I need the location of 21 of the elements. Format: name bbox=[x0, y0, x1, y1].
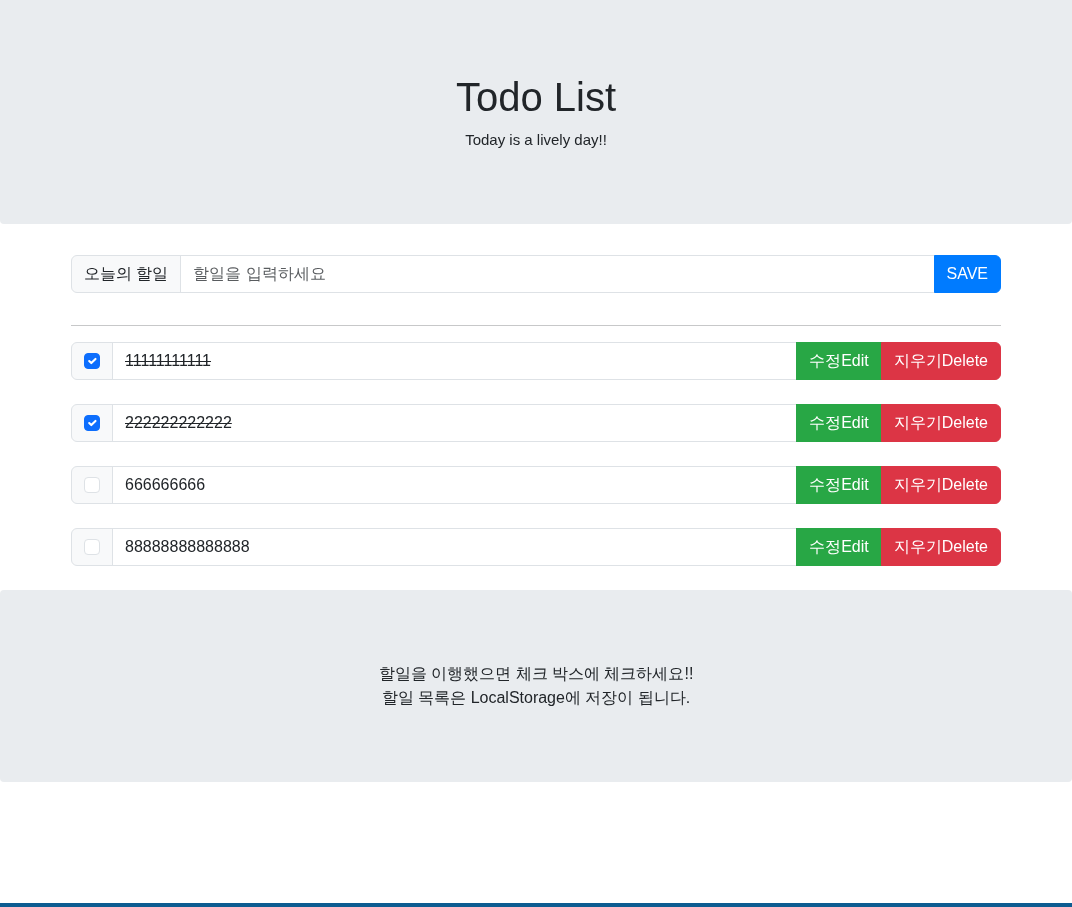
footer-text: 할일 목록은 LocalStorage에 저장이 됩니다. bbox=[381, 688, 691, 708]
edit-button[interactable]: 수정Edit bbox=[796, 528, 882, 566]
todo-text-field[interactable]: 666666666 bbox=[112, 466, 798, 504]
footer-text: 할일을 이행했으면 체크 박스에 체크하세요!! bbox=[378, 664, 694, 684]
done-checkbox[interactable] bbox=[84, 353, 100, 369]
todo-input-field[interactable]: 할일을 입력하세요 bbox=[180, 255, 935, 293]
delete-button[interactable]: 지우기Delete bbox=[880, 528, 1001, 566]
field-label: 오늘의 할일 bbox=[71, 255, 182, 293]
delete-button[interactable]: 지우기Delete bbox=[880, 466, 1001, 504]
done-checkbox[interactable] bbox=[84, 415, 100, 431]
save-button[interactable]: SAVE bbox=[933, 255, 1001, 293]
delete-button[interactable]: 지우기Delete bbox=[880, 342, 1001, 380]
edit-button[interactable]: 수정Edit bbox=[796, 404, 882, 442]
todo-text-field[interactable]: 222222222222 bbox=[112, 404, 798, 442]
page-title: Todo List bbox=[455, 73, 617, 121]
delete-button[interactable]: 지우기Delete bbox=[880, 404, 1001, 442]
subtitle: Today is a lively day!! bbox=[465, 129, 607, 150]
edit-button[interactable]: 수정Edit bbox=[796, 342, 882, 380]
todo-text-field[interactable]: 11111111111 bbox=[112, 342, 798, 380]
todo-text-field[interactable]: 88888888888888 bbox=[112, 528, 798, 566]
edit-button[interactable]: 수정Edit bbox=[796, 466, 882, 504]
